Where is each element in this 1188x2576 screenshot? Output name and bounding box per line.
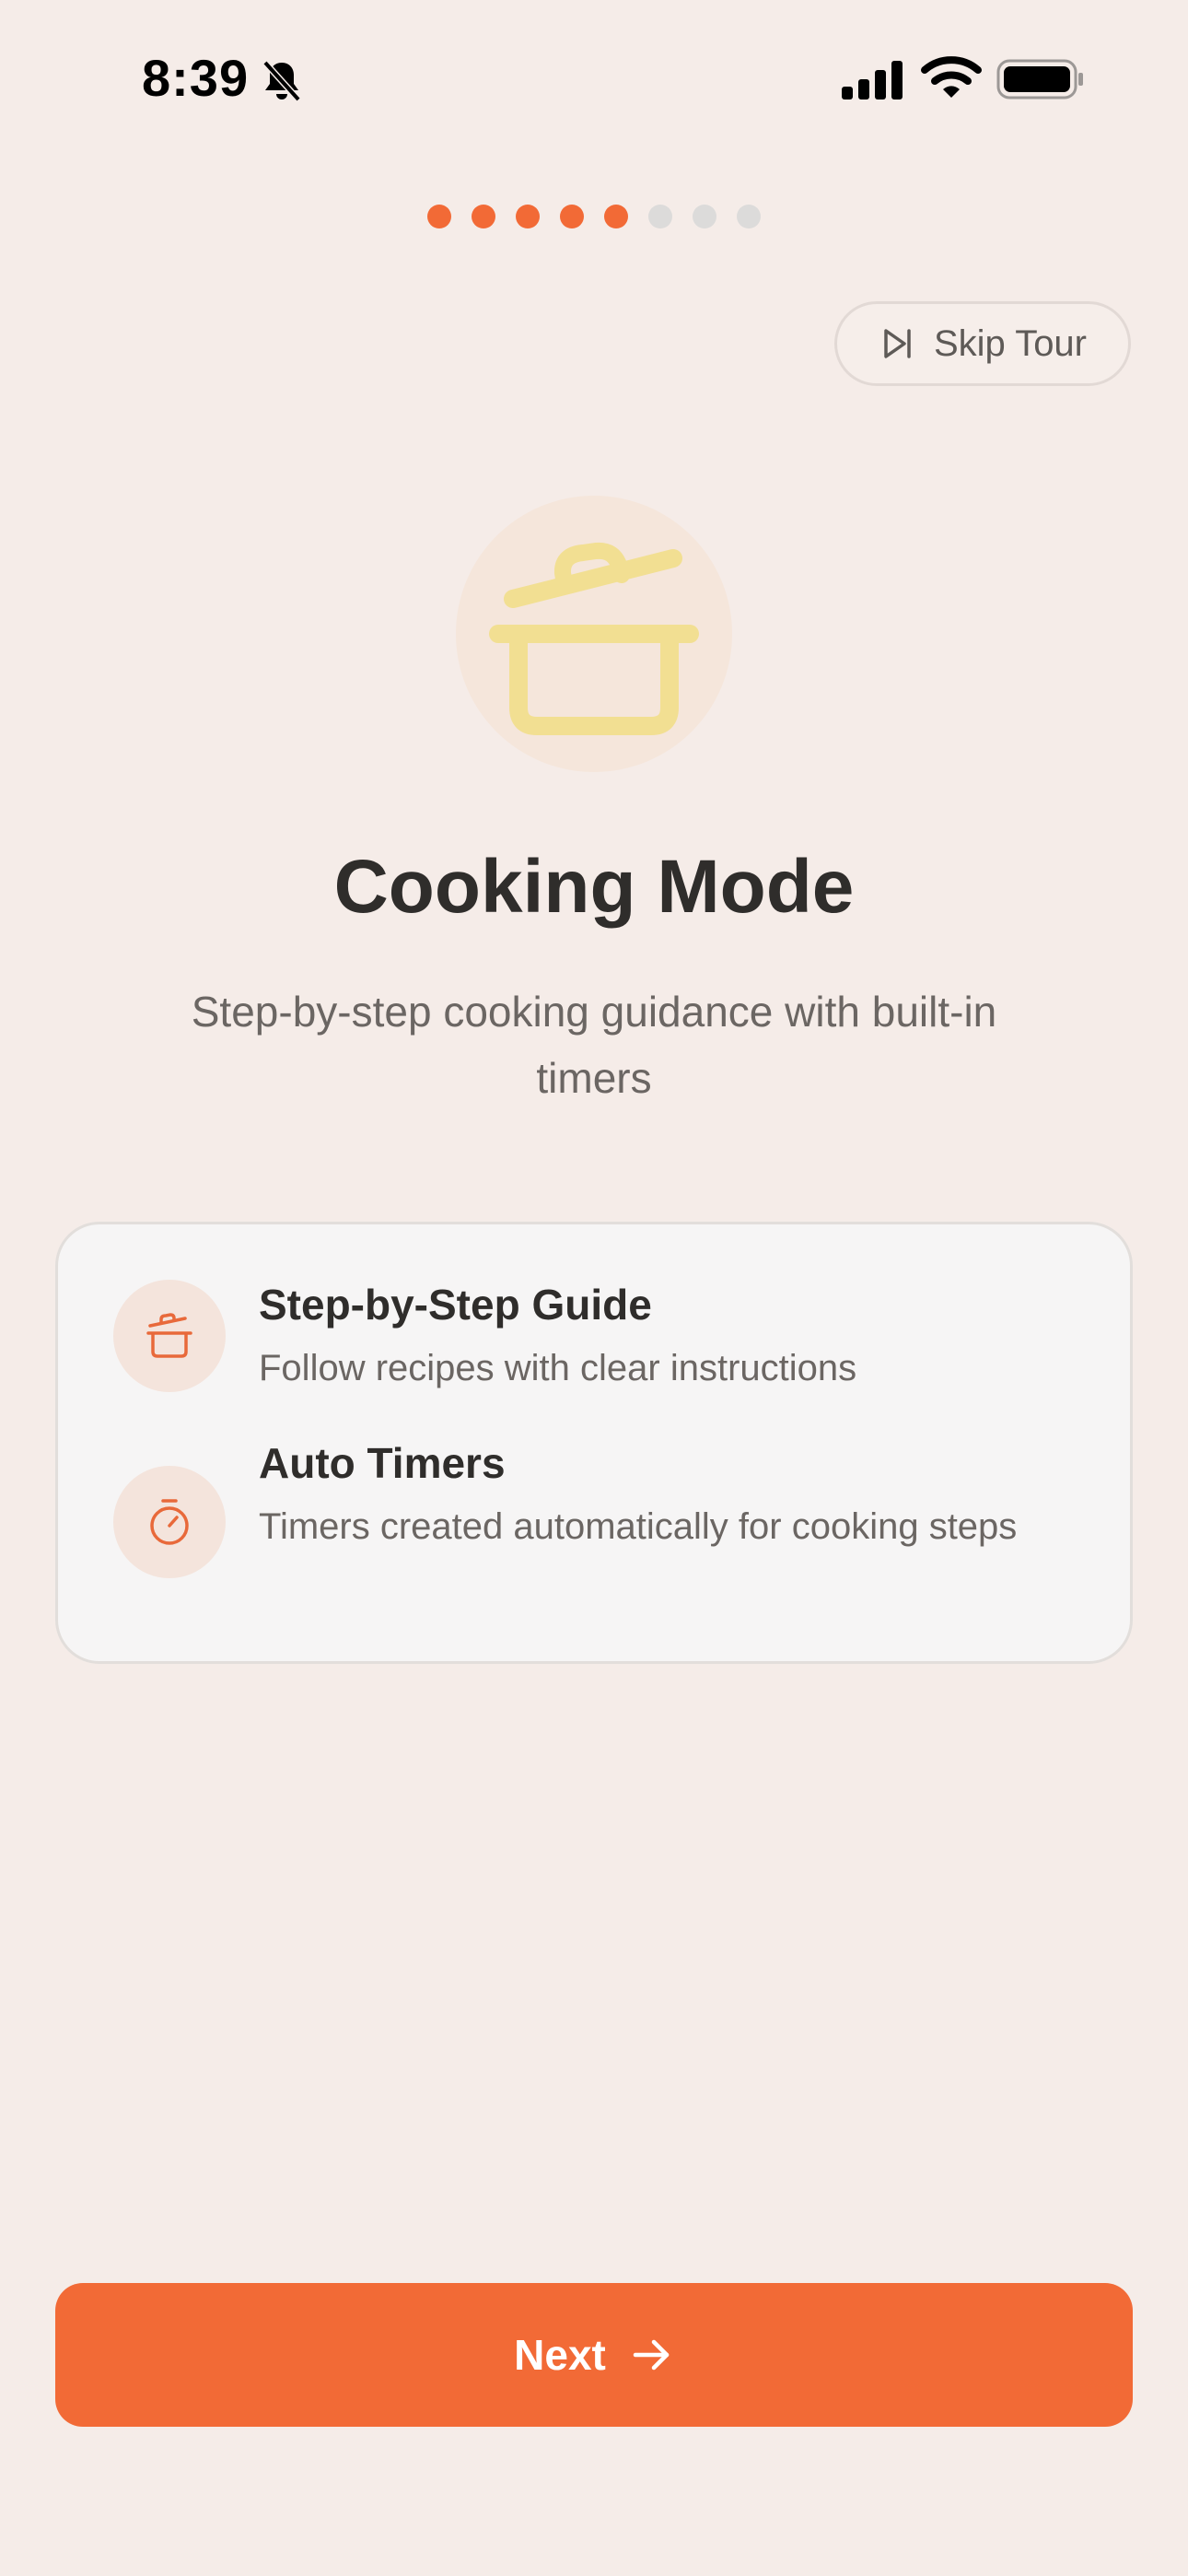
progress-dot: [516, 205, 540, 228]
page-subtitle: Step-by-step cooking guidance with built…: [191, 988, 997, 1102]
next-button[interactable]: Next: [55, 2283, 1133, 2427]
cooking-pot-icon: [146, 1313, 192, 1358]
progress-dot: [604, 205, 628, 228]
feature-description: Follow recipes with clear instructions: [259, 1348, 857, 1388]
battery-icon: [996, 57, 1085, 101]
feature-icon-circle: [113, 1280, 226, 1392]
page-title: Cooking Mode: [333, 845, 855, 929]
next-label: Next: [514, 2331, 606, 2379]
feature-icon-circle: [113, 1466, 226, 1578]
feature-title: Auto Timers: [259, 1439, 506, 1487]
cooking-pot-icon: [489, 542, 699, 735]
progress-dots: [0, 205, 1188, 232]
progress-dot: [648, 205, 672, 228]
status-time: 8:39: [142, 49, 250, 107]
progress-dot: [560, 205, 584, 228]
wifi-icon: [921, 55, 982, 101]
arrow-right-icon: [630, 2333, 674, 2377]
progress-dot: [737, 205, 761, 228]
bell-slash-icon: [258, 57, 306, 105]
progress-dot: [693, 205, 716, 228]
progress-dot: [427, 205, 451, 228]
features-card: Step-by-Step Guide Follow recipes with c…: [55, 1222, 1133, 1664]
skip-forward-icon: [879, 325, 915, 362]
feature-description: Timers created automatically for cooking…: [259, 1506, 1018, 1547]
cellular-signal-icon: [840, 57, 906, 101]
feature-title: Step-by-Step Guide: [259, 1281, 652, 1329]
hero-icon-circle: [456, 496, 732, 772]
timer-icon: [150, 1499, 189, 1545]
skip-tour-label: Skip Tour: [933, 322, 1087, 364]
progress-dot: [472, 205, 495, 228]
skip-tour-button[interactable]: Skip Tour: [834, 301, 1131, 386]
